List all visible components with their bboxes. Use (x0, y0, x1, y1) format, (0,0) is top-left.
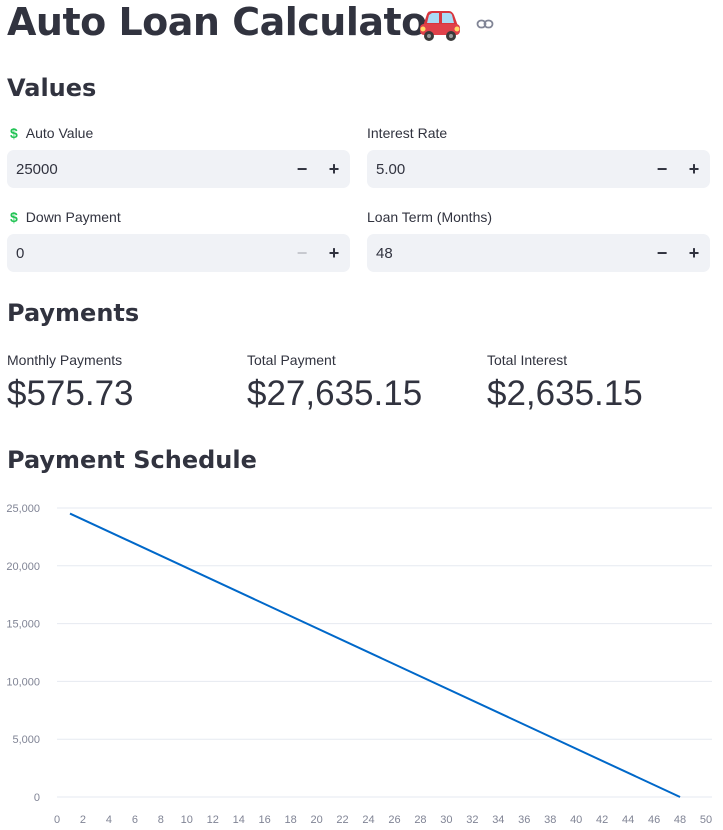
x-tick-label: 22 (336, 814, 348, 826)
page-title: Auto Loan Calculator (7, 0, 446, 44)
x-tick-label: 16 (259, 814, 271, 826)
x-tick-label: 18 (285, 814, 297, 826)
auto-value-label-text: Auto Value (25, 125, 94, 141)
monthly-payments-label: Monthly Payments (7, 352, 123, 368)
down-payment-input[interactable]: 0 − + (7, 234, 350, 272)
down-payment-field[interactable]: 0 (7, 245, 286, 262)
auto-value-field[interactable]: 25000 (7, 161, 286, 178)
x-tick-label: 6 (132, 814, 138, 826)
x-tick-label: 10 (181, 814, 193, 826)
x-tick-label: 30 (440, 814, 452, 826)
auto-value-increment-button[interactable]: + (318, 150, 350, 188)
interest-rate-label: Interest Rate (367, 125, 447, 141)
red-car-icon (420, 11, 460, 41)
loan-term-increment-button[interactable]: + (678, 234, 710, 272)
loan-term-label-text: Loan Term (Months) (367, 209, 493, 225)
total-interest-label: Total Interest (487, 352, 568, 368)
x-tick-label: 36 (518, 814, 530, 826)
y-tick-label: 15,000 (6, 619, 40, 631)
y-tick-label: 25,000 (6, 503, 40, 515)
loan-term-field[interactable]: 48 (367, 245, 646, 262)
values-heading: Values (7, 74, 97, 102)
payments-heading: Payments (7, 299, 140, 327)
x-tick-label: 28 (414, 814, 426, 826)
y-tick-label: 5,000 (12, 734, 40, 746)
x-tick-label: 26 (388, 814, 400, 826)
x-tick-label: 44 (622, 814, 634, 826)
x-tick-label: 48 (674, 814, 686, 826)
down-payment-decrement-button[interactable]: − (286, 234, 318, 272)
x-tick-label: 14 (233, 814, 245, 826)
total-payment-label: Total Payment (247, 352, 336, 368)
auto-value-input[interactable]: 25000 − + (7, 150, 350, 188)
x-tick-label: 32 (466, 814, 478, 826)
x-tick-label: 12 (207, 814, 219, 826)
dollar-icon: $ (10, 125, 18, 141)
down-payment-label: $ Down Payment (10, 209, 121, 225)
interest-rate-increment-button[interactable]: + (678, 150, 710, 188)
x-tick-label: 40 (570, 814, 582, 826)
x-tick-label: 42 (596, 814, 608, 826)
x-tick-label: 50 (700, 814, 712, 826)
x-tick-label: 38 (544, 814, 556, 826)
interest-rate-field[interactable]: 5.00 (367, 161, 646, 178)
x-tick-label: 8 (158, 814, 164, 826)
payment-schedule-chart[interactable]: 05,00010,00015,00020,00025,0000 2 4 6 8 10 12 1… (0, 495, 723, 830)
interest-rate-input[interactable]: 5.00 − + (367, 150, 710, 188)
loan-term-label: Loan Term (Months) (367, 209, 492, 225)
payment-schedule-heading: Payment Schedule (7, 446, 257, 474)
auto-value-decrement-button[interactable]: − (286, 150, 318, 188)
interest-rate-label-text: Interest Rate (367, 125, 448, 141)
monthly-payments-value: $575.73 (7, 374, 134, 413)
x-tick-label: 20 (310, 814, 322, 826)
interest-rate-decrement-button[interactable]: − (646, 150, 678, 188)
balance-series-line (69, 512, 681, 798)
auto-value-label: $ Auto Value (10, 125, 93, 141)
y-tick-label: 10,000 (6, 676, 40, 688)
x-tick-label: 0 (54, 814, 60, 826)
dollar-icon: $ (10, 209, 18, 225)
y-tick-label: 0 (34, 792, 40, 804)
total-payment-value: $27,635.15 (247, 374, 423, 413)
x-tick-label: 24 (362, 814, 374, 826)
loan-term-input[interactable]: 48 − + (367, 234, 710, 272)
x-tick-label: 2 (80, 814, 86, 826)
link-icon[interactable] (476, 16, 494, 32)
x-tick-label: 4 (106, 814, 112, 826)
x-tick-label: 34 (492, 814, 504, 826)
down-payment-label-text: Down Payment (25, 209, 121, 225)
loan-term-decrement-button[interactable]: − (646, 234, 678, 272)
down-payment-increment-button[interactable]: + (318, 234, 350, 272)
total-interest-value: $2,635.15 (487, 374, 643, 413)
y-tick-label: 20,000 (6, 561, 40, 573)
x-tick-label: 46 (648, 814, 660, 826)
